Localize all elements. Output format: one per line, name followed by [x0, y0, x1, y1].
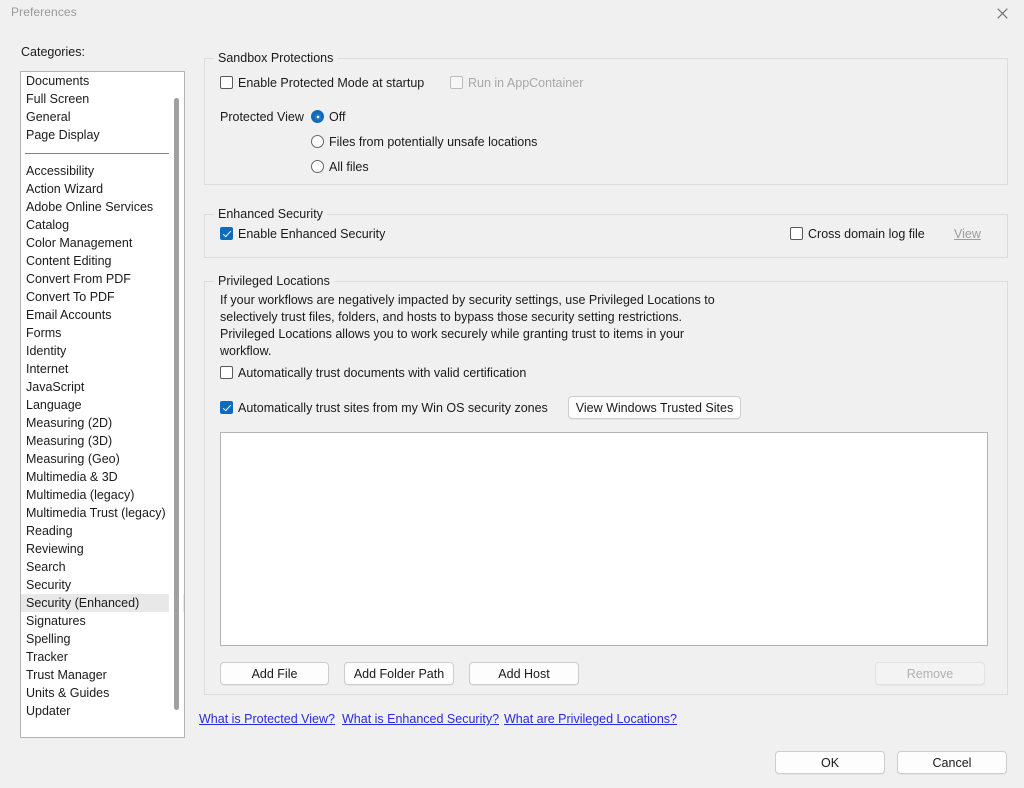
sidebar-item-internet[interactable]: Internet	[21, 360, 184, 378]
sidebar-item-tracker[interactable]: Tracker	[21, 648, 184, 666]
add-host-button[interactable]: Add Host	[469, 662, 579, 685]
help-link-protected-view[interactable]: What is Protected View?	[199, 712, 335, 726]
cross-domain-log-file-checkbox[interactable]	[790, 227, 803, 240]
protected-view-label: Protected View	[220, 110, 304, 124]
privileged-locations-title: Privileged Locations	[214, 274, 334, 288]
help-link-enhanced-security[interactable]: What is Enhanced Security?	[342, 712, 499, 726]
close-button[interactable]	[980, 0, 1024, 26]
cancel-button[interactable]: Cancel	[897, 751, 1007, 774]
categories-scrollbar-thumb[interactable]	[174, 98, 179, 710]
sidebar-item-multimedia-legacy[interactable]: Multimedia (legacy)	[21, 486, 184, 504]
sidebar-item-action-wizard[interactable]: Action Wizard	[21, 180, 184, 198]
remove-button: Remove	[875, 662, 985, 685]
sidebar-item-multimedia-3d[interactable]: Multimedia & 3D	[21, 468, 184, 486]
protected-view-option-label-2[interactable]: All files	[329, 160, 369, 174]
auto-trust-documents-checkbox[interactable]	[220, 366, 233, 379]
title-bar: Preferences	[0, 0, 1024, 26]
view-log-link[interactable]: View	[954, 227, 981, 241]
auto-trust-documents-label[interactable]: Automatically trust documents with valid…	[238, 366, 526, 380]
sidebar-item-multimedia-trust-legacy[interactable]: Multimedia Trust (legacy)	[21, 504, 184, 522]
help-link-privileged-locations[interactable]: What are Privileged Locations?	[504, 712, 677, 726]
enhanced-security-title: Enhanced Security	[214, 207, 327, 221]
sidebar-item-convert-from-pdf[interactable]: Convert From PDF	[21, 270, 184, 288]
sidebar-item-trust-manager[interactable]: Trust Manager	[21, 666, 184, 684]
sidebar-item-page-display[interactable]: Page Display	[21, 126, 184, 144]
categories-list[interactable]: Documents Full Screen General Page Display A…	[20, 71, 185, 738]
sidebar-item-measuring-2d[interactable]: Measuring (2D)	[21, 414, 184, 432]
sidebar-item-measuring-3d[interactable]: Measuring (3D)	[21, 432, 184, 450]
view-windows-trusted-sites-button[interactable]: View Windows Trusted Sites	[568, 396, 741, 419]
protected-view-radio-all-files[interactable]	[311, 160, 324, 173]
categories-scrollbar[interactable]	[169, 73, 183, 737]
add-folder-path-button[interactable]: Add Folder Path	[344, 662, 454, 685]
ok-button[interactable]: OK	[775, 751, 885, 774]
sidebar-separator	[21, 144, 184, 162]
sidebar-item-catalog[interactable]: Catalog	[21, 216, 184, 234]
sidebar-item-forms[interactable]: Forms	[21, 324, 184, 342]
sidebar-item-security-enhanced[interactable]: Security (Enhanced)	[21, 594, 184, 612]
auto-trust-sites-checkbox[interactable]	[220, 401, 233, 414]
sidebar-item-accessibility[interactable]: Accessibility	[21, 162, 184, 180]
sidebar-item-javascript[interactable]: JavaScript	[21, 378, 184, 396]
sidebar-item-search[interactable]: Search	[21, 558, 184, 576]
protected-view-radio-unsafe-locations[interactable]	[311, 135, 324, 148]
sidebar-item-measuring-geo[interactable]: Measuring (Geo)	[21, 450, 184, 468]
cross-domain-log-file-label[interactable]: Cross domain log file	[808, 227, 925, 241]
sidebar-item-units-guides[interactable]: Units & Guides	[21, 684, 184, 702]
close-icon	[996, 7, 1008, 19]
sidebar-separator-line	[25, 152, 171, 154]
window-title: Preferences	[11, 5, 77, 19]
sidebar-item-identity[interactable]: Identity	[21, 342, 184, 360]
enable-enhanced-security-label[interactable]: Enable Enhanced Security	[238, 227, 385, 241]
sidebar-item-documents[interactable]: Documents	[21, 72, 184, 90]
sidebar-item-language[interactable]: Language	[21, 396, 184, 414]
sidebar-item-color-management[interactable]: Color Management	[21, 234, 184, 252]
sidebar-item-email-accounts[interactable]: Email Accounts	[21, 306, 184, 324]
run-in-appcontainer-label: Run in AppContainer	[468, 76, 584, 90]
add-file-button[interactable]: Add File	[220, 662, 329, 685]
auto-trust-sites-label[interactable]: Automatically trust sites from my Win OS…	[238, 401, 548, 415]
privileged-locations-list[interactable]	[220, 432, 988, 646]
run-in-appcontainer-checkbox	[450, 76, 463, 89]
sidebar-item-adobe-online-services[interactable]: Adobe Online Services	[21, 198, 184, 216]
sidebar-item-full-screen[interactable]: Full Screen	[21, 90, 184, 108]
sidebar-item-signatures[interactable]: Signatures	[21, 612, 184, 630]
sidebar-item-updater[interactable]: Updater	[21, 702, 184, 720]
sandbox-protections-title: Sandbox Protections	[214, 51, 338, 65]
sidebar-item-reviewing[interactable]: Reviewing	[21, 540, 184, 558]
enable-protected-mode-label[interactable]: Enable Protected Mode at startup	[238, 76, 424, 90]
sidebar-item-convert-to-pdf[interactable]: Convert To PDF	[21, 288, 184, 306]
privileged-locations-description: If your workflows are negatively impacte…	[220, 293, 715, 358]
enable-enhanced-security-checkbox[interactable]	[220, 227, 233, 240]
sidebar-item-spelling[interactable]: Spelling	[21, 630, 184, 648]
sidebar-item-general[interactable]: General	[21, 108, 184, 126]
protected-view-option-label-0[interactable]: Off	[329, 110, 345, 124]
categories-label: Categories:	[21, 45, 85, 59]
sidebar-item-security[interactable]: Security	[21, 576, 184, 594]
sidebar-item-reading[interactable]: Reading	[21, 522, 184, 540]
sidebar-item-content-editing[interactable]: Content Editing	[21, 252, 184, 270]
protected-view-option-label-1[interactable]: Files from potentially unsafe locations	[329, 135, 537, 149]
protected-view-radio-off[interactable]	[311, 110, 324, 123]
enable-protected-mode-checkbox[interactable]	[220, 76, 233, 89]
